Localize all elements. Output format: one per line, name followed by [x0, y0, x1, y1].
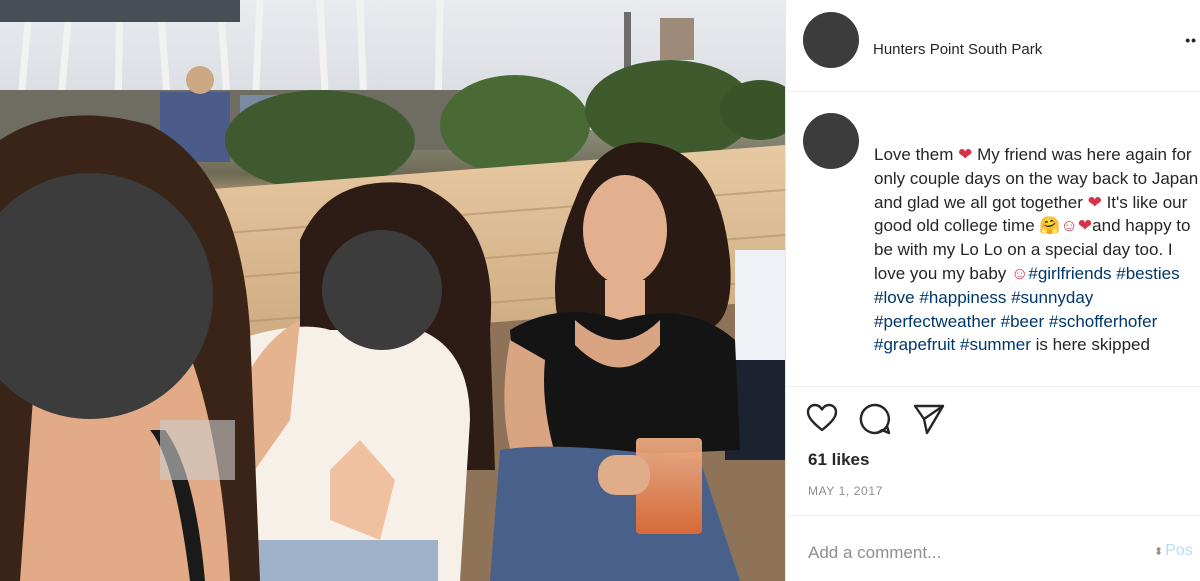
paper-plane-icon[interactable]: [912, 402, 948, 438]
emoji: ❤: [1087, 192, 1102, 212]
emoji: ☺: [1011, 263, 1029, 283]
post-photo[interactable]: [0, 0, 785, 581]
heart-outline-icon[interactable]: [806, 402, 842, 438]
post-caption: Love them ❤ My friend was here again for…: [874, 143, 1199, 357]
hashtag-link[interactable]: #besties: [1116, 264, 1179, 283]
hashtag-link[interactable]: #schofferhofer: [1049, 312, 1157, 331]
hashtag-link[interactable]: #perfectweather: [874, 312, 996, 331]
caption-area: Love them ❤ My friend was here again for…: [786, 93, 1200, 387]
like-count[interactable]: 61 likes: [808, 450, 869, 470]
comment-bar: ⬍Pos: [786, 515, 1200, 581]
photo-scene: [0, 0, 785, 581]
hashtag-link[interactable]: #beer: [1001, 312, 1044, 331]
hashtag-link[interactable]: #girlfriends: [1028, 264, 1111, 283]
post-details-panel: Hunters Point South Park •• Love them ❤ …: [785, 0, 1200, 581]
emoji: ❤: [958, 145, 973, 164]
post-date: MAY 1, 2017: [808, 484, 883, 498]
hashtag-link[interactable]: #sunnyday: [1011, 288, 1093, 307]
hashtag-link[interactable]: #love: [874, 288, 915, 307]
resize-arrows-icon: ⬍: [1154, 546, 1164, 558]
caption-text: Love them: [874, 145, 959, 164]
caption-text: is here skipped: [1030, 335, 1150, 355]
comment-input[interactable]: [808, 538, 1128, 568]
more-options-icon[interactable]: ••: [1185, 32, 1197, 48]
hashtag-link[interactable]: #summer: [960, 335, 1031, 354]
action-bar: [806, 402, 1006, 438]
speech-bubble-icon[interactable]: [858, 402, 894, 438]
location-link[interactable]: Hunters Point South Park: [873, 41, 1042, 58]
caption-text: [1180, 264, 1185, 283]
emoji: 🤗☺❤: [1039, 216, 1093, 236]
caption-text: [1093, 288, 1098, 307]
avatar[interactable]: [803, 12, 859, 68]
hashtag-link[interactable]: #happiness: [919, 288, 1006, 307]
post-header: Hunters Point South Park ••: [786, 0, 1200, 92]
post-button-label: Pos: [1165, 542, 1193, 559]
hashtag-link[interactable]: #grapefruit: [874, 335, 955, 354]
avatar[interactable]: [803, 113, 859, 169]
caption-text: [1157, 312, 1162, 331]
post-comment-button[interactable]: ⬍ Pos: [1154, 542, 1193, 560]
